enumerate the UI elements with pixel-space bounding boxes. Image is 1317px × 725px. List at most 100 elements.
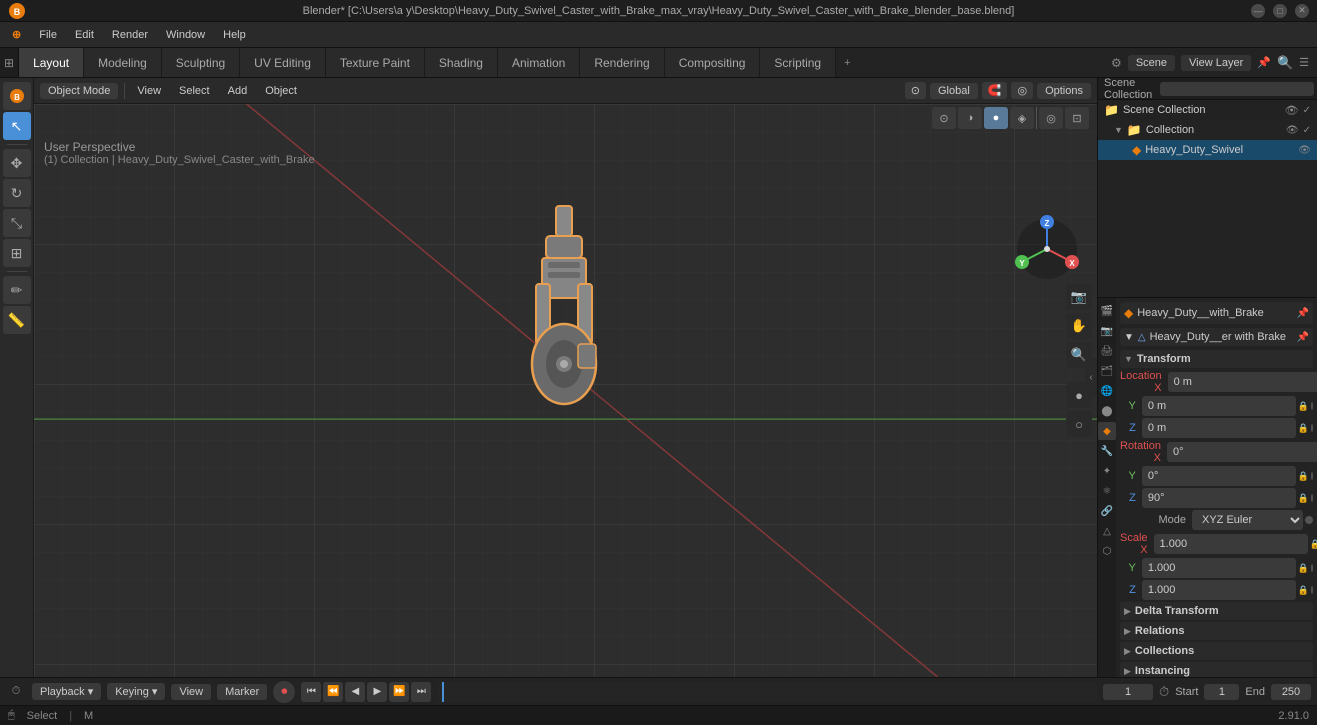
xray-toggle[interactable]: ⊡ — [1065, 107, 1089, 129]
measure-tool[interactable]: 📏 — [3, 306, 31, 334]
step-forward-button[interactable]: ⏩ — [389, 682, 409, 702]
nav-gizmo[interactable]: Z X Y — [1012, 214, 1082, 284]
relations-section[interactable]: ▶ Relations — [1120, 622, 1313, 640]
scale-z-input[interactable] — [1142, 580, 1296, 600]
viewport-canvas[interactable]: User Perspective (1) Collection | Heavy_… — [34, 104, 1097, 677]
cursor-tool[interactable]: ↖ — [3, 112, 31, 140]
object-mode-selector[interactable]: Object Mode — [40, 83, 118, 99]
collection-vis[interactable]: 👁 — [1286, 125, 1299, 136]
rotation-y-lock[interactable]: 🔒 — [1298, 469, 1309, 483]
tab-animation[interactable]: Animation — [498, 48, 580, 77]
menu-edit[interactable]: Edit — [67, 27, 102, 43]
shading-mode-1[interactable]: ⊙ — [932, 107, 956, 129]
props-tab-scene-props[interactable]: 🌐 — [1098, 382, 1116, 400]
hand-tool-icon[interactable]: ✋ — [1066, 313, 1092, 339]
panel-collapse-button[interactable]: ‹ — [1085, 358, 1097, 398]
start-frame-input[interactable] — [1204, 684, 1239, 700]
transform-section-header[interactable]: ▼ Transform — [1120, 350, 1313, 368]
rotation-mode-select[interactable]: XYZ Euler — [1192, 510, 1303, 530]
rotation-y-input[interactable] — [1142, 466, 1296, 486]
timeline-scrubber[interactable] — [437, 682, 1097, 702]
transform-pivot-selector[interactable]: ⊙ — [905, 82, 926, 99]
location-z-input[interactable] — [1142, 418, 1296, 438]
wireframe-icon[interactable]: ○ — [1066, 411, 1092, 437]
props-tab-material[interactable]: ⬡ — [1098, 542, 1116, 560]
props-tab-object[interactable]: ◆ — [1098, 422, 1116, 440]
transform-orientation-selector[interactable]: Global — [930, 83, 978, 99]
blender-logo-btn[interactable]: B — [3, 82, 31, 110]
shading-mode-3[interactable]: ● — [984, 107, 1008, 129]
collection-restrict[interactable]: ✓ — [1303, 125, 1311, 136]
menu-file[interactable]: File — [31, 27, 65, 43]
outliner-collection[interactable]: ▼ 📁 Collection 👁 ✓ — [1098, 120, 1317, 140]
proportional-edit-toggle[interactable]: ◎ — [1011, 82, 1033, 99]
scale-z-lock[interactable]: 🔒 — [1298, 583, 1309, 597]
marker-menu[interactable]: Marker — [217, 684, 267, 700]
rotation-z-input[interactable] — [1142, 488, 1296, 508]
record-button[interactable]: ⏺ — [273, 681, 295, 703]
tab-scripting[interactable]: Scripting — [760, 48, 836, 77]
maximize-button[interactable]: □ — [1273, 4, 1287, 18]
jump-start-button[interactable]: ⏮ — [301, 682, 321, 702]
scale-z-keyframe[interactable] — [1311, 586, 1313, 594]
tab-compositing[interactable]: Compositing — [665, 48, 761, 77]
props-tab-particles[interactable]: ✦ — [1098, 462, 1116, 480]
scale-y-keyframe[interactable] — [1311, 564, 1313, 572]
rotate-tool[interactable]: ↻ — [3, 179, 31, 207]
object-vis[interactable]: 👁 — [1298, 145, 1311, 156]
titlebar-controls[interactable]: — □ ✕ — [1251, 4, 1309, 18]
menu-render[interactable]: Render — [104, 27, 156, 43]
menu-help[interactable]: Help — [215, 27, 254, 43]
search-icon[interactable]: 🔍 — [1277, 55, 1293, 71]
scene-selector[interactable]: Scene — [1128, 55, 1175, 71]
props-tab-modifiers[interactable]: 🔧 — [1098, 442, 1116, 460]
scale-y-lock[interactable]: 🔒 — [1298, 561, 1309, 575]
minimize-button[interactable]: — — [1251, 4, 1265, 18]
props-tab-view-layer[interactable]: 🗂 — [1098, 362, 1116, 380]
scale-tool[interactable]: ⤡ — [3, 209, 31, 237]
pin-button[interactable]: 📌 — [1297, 308, 1309, 319]
props-tab-physics[interactable]: ⚛ — [1098, 482, 1116, 500]
keying-menu[interactable]: Keying ▾ — [107, 683, 165, 700]
play-back-button[interactable]: ◀ — [345, 682, 365, 702]
scale-x-input[interactable] — [1154, 534, 1308, 554]
annotate-tool[interactable]: ✏ — [3, 276, 31, 304]
transform-tool[interactable]: ⊞ — [3, 239, 31, 267]
end-frame-input[interactable] — [1271, 684, 1311, 700]
viewport-overlays-btn[interactable]: ◎ — [1039, 107, 1063, 129]
outliner-scene-collection[interactable]: 📁 Scene Collection 👁 ✓ — [1098, 100, 1317, 120]
mode-dot[interactable] — [1305, 516, 1313, 524]
viewport-add-menu[interactable]: Add — [222, 83, 254, 99]
options-button[interactable]: Options — [1037, 83, 1091, 99]
location-z-lock[interactable]: 🔒 — [1298, 421, 1309, 435]
scene-collection-restrict[interactable]: ✓ — [1303, 105, 1311, 116]
viewport-view-menu[interactable]: View — [131, 83, 167, 99]
tab-modeling[interactable]: Modeling — [84, 48, 162, 77]
tab-shading[interactable]: Shading — [425, 48, 498, 77]
props-tab-constraints[interactable]: 🔗 — [1098, 502, 1116, 520]
step-back-button[interactable]: ⏪ — [323, 682, 343, 702]
viewport-object-menu[interactable]: Object — [259, 83, 303, 99]
rotation-z-keyframe[interactable] — [1311, 494, 1313, 502]
location-z-keyframe[interactable] — [1311, 424, 1313, 432]
scale-x-lock[interactable]: 🔒 — [1310, 537, 1317, 551]
props-tab-render[interactable]: 📷 — [1098, 322, 1116, 340]
outliner-object-heavy-duty[interactable]: ◆ Heavy_Duty_Swivel 👁 — [1098, 140, 1317, 160]
tab-texture-paint[interactable]: Texture Paint — [326, 48, 425, 77]
rotation-z-lock[interactable]: 🔒 — [1298, 491, 1309, 505]
props-tab-scene[interactable]: 🎬 — [1098, 302, 1116, 320]
view-menu[interactable]: View — [171, 684, 211, 700]
scale-y-input[interactable] — [1142, 558, 1296, 578]
collections-section[interactable]: ▶ Collections — [1120, 642, 1313, 660]
location-y-input[interactable] — [1142, 396, 1296, 416]
data-pin-icon[interactable]: 📌 — [1297, 332, 1309, 343]
tab-add[interactable]: + — [836, 48, 858, 77]
filter-icon[interactable]: ☰ — [1299, 56, 1309, 69]
jump-end-button[interactable]: ⏭ — [411, 682, 431, 702]
scene-collection-vis[interactable]: 👁 — [1285, 104, 1299, 117]
tab-uv-editing[interactable]: UV Editing — [240, 48, 326, 77]
tab-sculpting[interactable]: Sculpting — [162, 48, 240, 77]
instancing-section[interactable]: ▶ Instancing — [1120, 662, 1313, 677]
location-y-keyframe[interactable] — [1311, 402, 1313, 410]
shading-mode-2[interactable]: ◑ — [958, 107, 982, 129]
